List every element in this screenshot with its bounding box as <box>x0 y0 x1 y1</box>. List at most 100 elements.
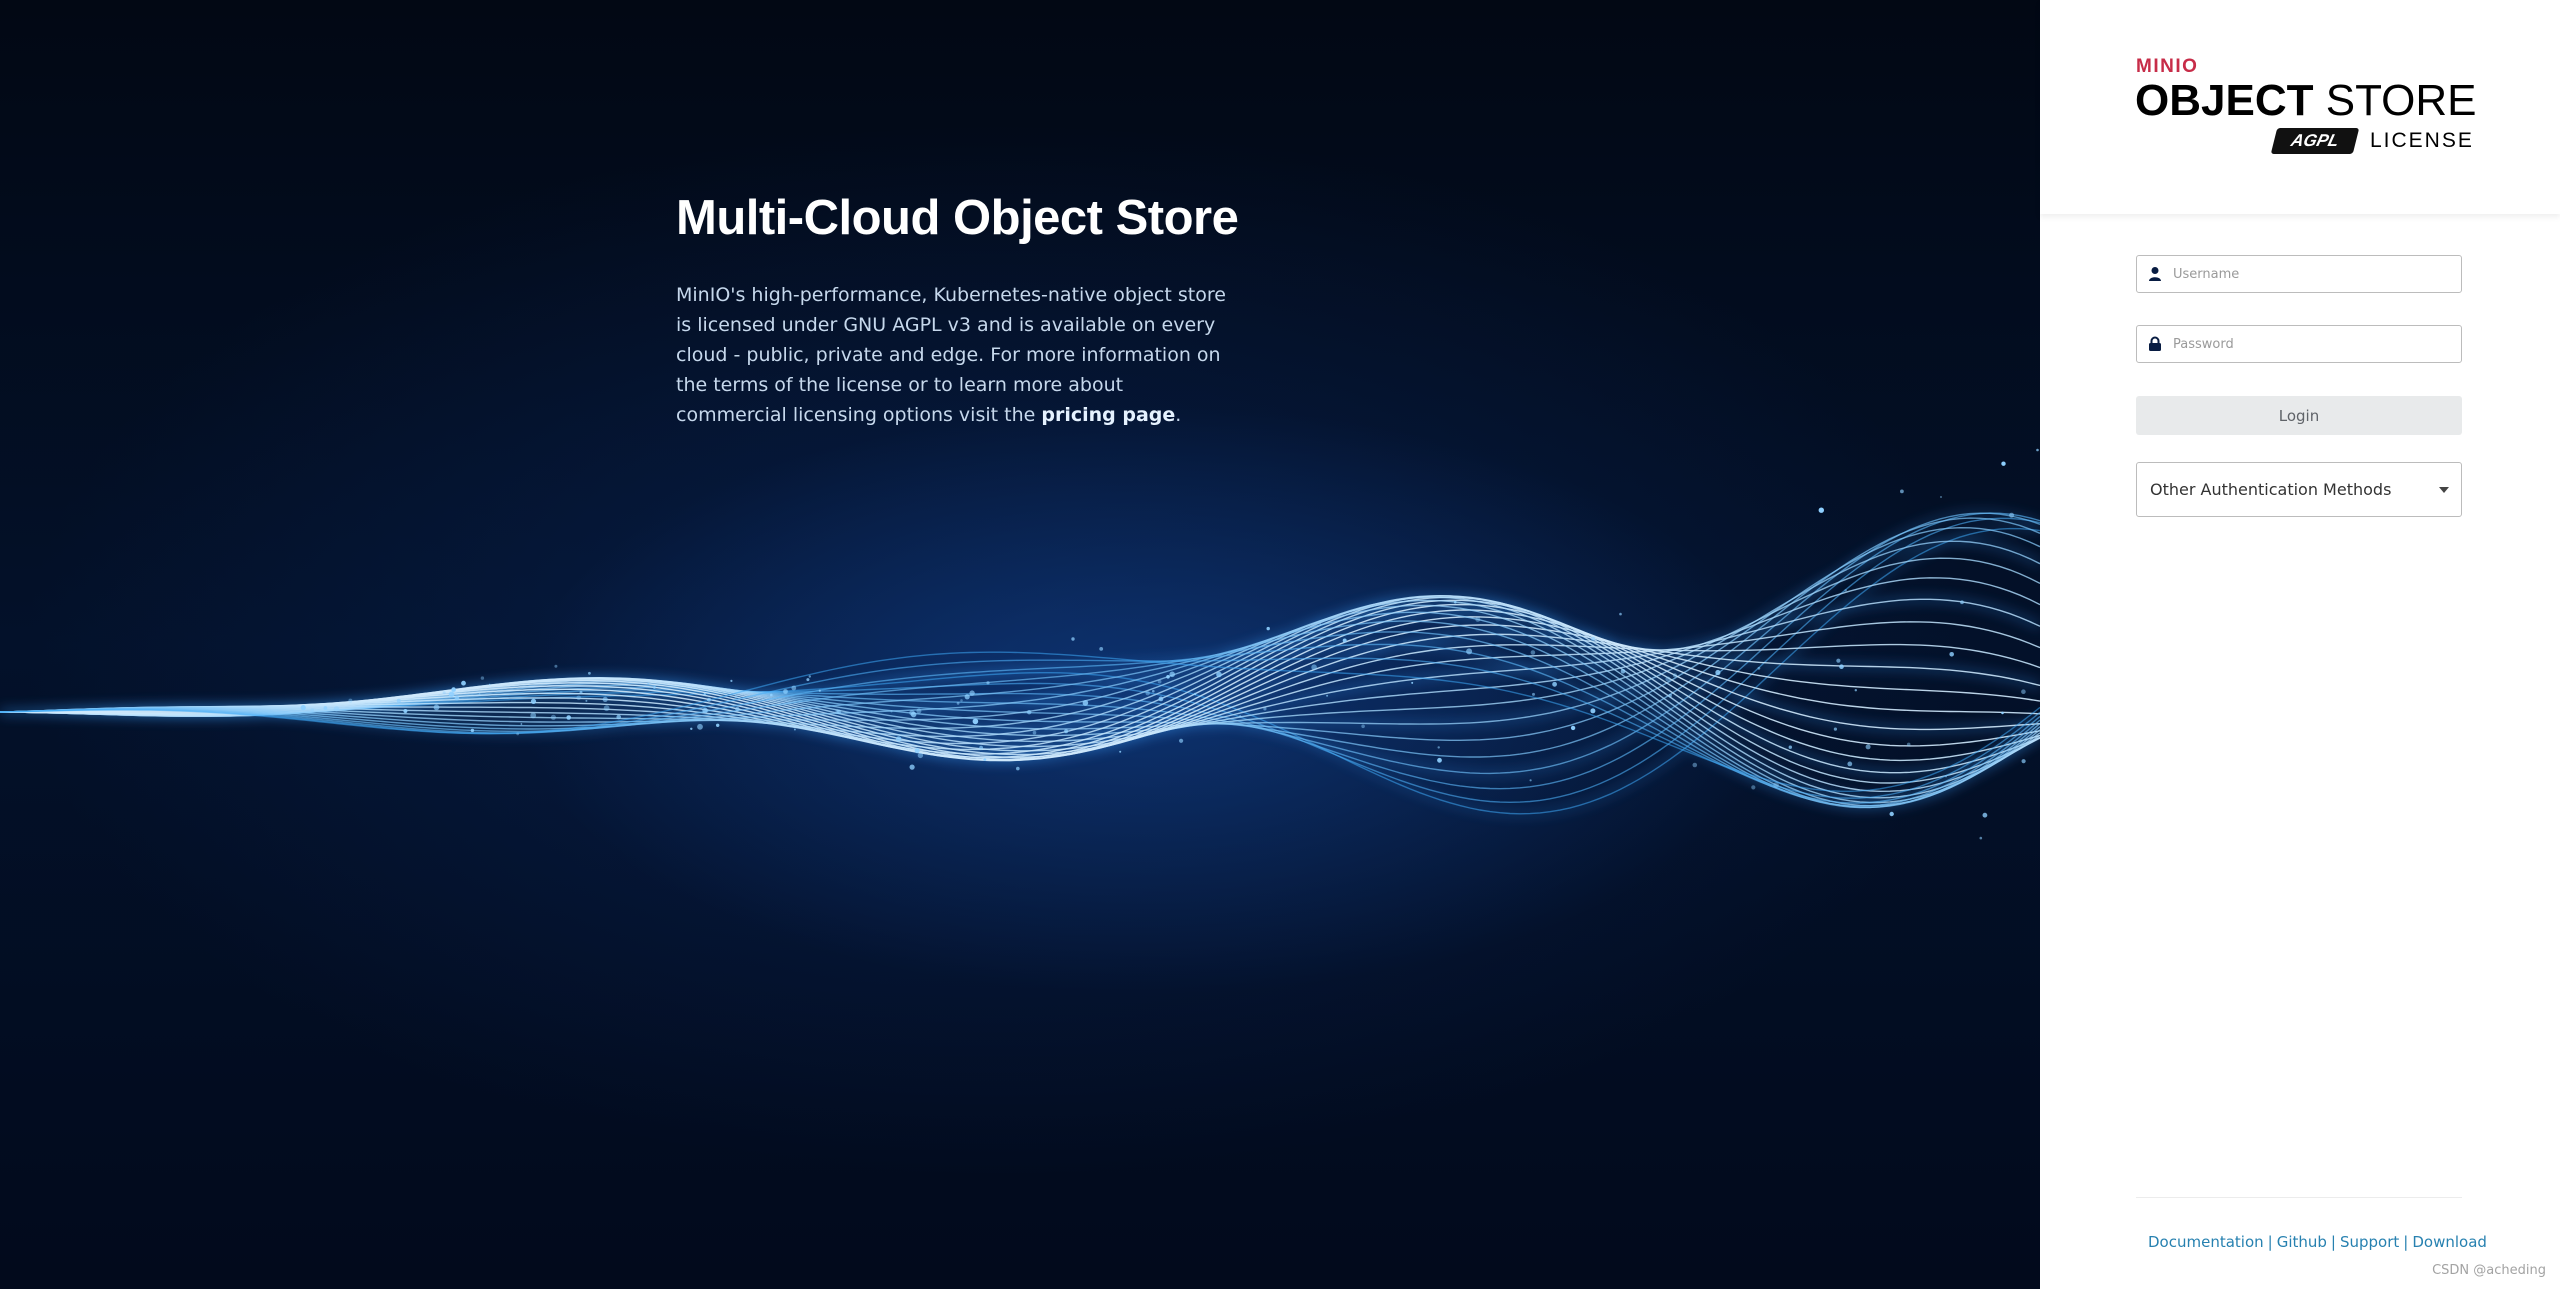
wave-particle <box>969 690 975 696</box>
wave-particle <box>1169 671 1175 678</box>
github-link[interactable]: Github <box>2277 1233 2327 1251</box>
wave-particle <box>1979 836 1983 840</box>
wave-particle <box>818 689 821 692</box>
password-field[interactable] <box>2136 325 2462 363</box>
wave-particle <box>448 691 455 698</box>
download-link[interactable]: Download <box>2412 1233 2487 1251</box>
wordmark-store: STORE <box>2325 76 2477 125</box>
wave-particle <box>910 711 917 718</box>
user-icon <box>2149 267 2161 281</box>
wave-particle <box>451 687 456 692</box>
wave-glow-line <box>0 511 2040 776</box>
wave-line <box>0 512 2040 775</box>
wave-particle <box>791 685 797 691</box>
wave-particle <box>1166 675 1170 679</box>
wave-particle <box>1692 762 1698 768</box>
wave-line <box>0 596 2040 799</box>
hero-description-end: . <box>1175 404 1182 426</box>
wave-particle <box>734 695 738 699</box>
wave-particle <box>323 706 328 710</box>
footer-separator: | <box>2330 1233 2336 1251</box>
wave-particle <box>2036 448 2039 452</box>
wave-particle <box>770 693 773 697</box>
wave-line <box>0 616 2040 762</box>
wave-particle <box>585 699 588 702</box>
wave-particle <box>783 689 788 694</box>
username-field[interactable] <box>2136 255 2462 293</box>
lock-icon <box>2149 336 2161 351</box>
wave-particle <box>1906 742 1911 747</box>
wave-particle <box>703 693 706 696</box>
wave-particle <box>1027 710 1032 715</box>
wave-particle <box>702 707 708 714</box>
wave-particle <box>1239 715 1242 718</box>
wave-particle <box>2001 461 2006 466</box>
agpl-badge-logo: AGPL <box>2270 128 2360 154</box>
wave-particle <box>516 732 520 736</box>
wave-particle <box>300 705 306 711</box>
wave-particle <box>1437 757 1442 763</box>
wave-particle <box>530 712 537 719</box>
password-input[interactable] <box>2173 326 2453 362</box>
login-button[interactable]: Login <box>2136 396 2462 435</box>
wave-particle <box>916 708 922 714</box>
wave-particle <box>1082 700 1089 706</box>
wave-particle <box>1773 782 1779 788</box>
wave-particle <box>1064 729 1069 734</box>
wave-particle <box>1016 766 1020 771</box>
wave-particle <box>836 709 842 714</box>
wave-particle <box>1715 669 1721 676</box>
wave-particle <box>2001 711 2004 715</box>
wave-particle <box>566 715 571 720</box>
wave-particle <box>1620 669 1626 674</box>
wave-particle <box>396 698 401 703</box>
wave-particle <box>461 680 466 686</box>
wave-particle <box>433 704 440 711</box>
wave-particle <box>909 764 915 770</box>
wave-particle <box>579 690 583 694</box>
pricing-page-link[interactable]: pricing page <box>1041 404 1175 426</box>
wave-particle <box>1757 666 1761 670</box>
wave-particle <box>2009 512 2015 518</box>
wave-particle <box>348 698 353 703</box>
wave-particle <box>1836 658 1841 663</box>
wave-particle <box>890 710 893 713</box>
wave-particle <box>1266 626 1270 631</box>
license-label: LICENSE <box>2370 129 2474 152</box>
footer-links: Documentation | Github | Support | Download <box>2148 1233 2487 1251</box>
wave-particle <box>1193 692 1197 696</box>
wave-glow-line <box>0 595 2040 800</box>
hero-description: MinIO's high-performance, Kubernetes-nat… <box>676 280 1236 430</box>
wave-particle <box>520 723 523 725</box>
wave-particle <box>1668 693 1672 698</box>
wave-particle <box>1854 689 1858 692</box>
support-link[interactable]: Support <box>2340 1233 2399 1251</box>
wave-particle <box>1466 648 1473 655</box>
wave-particle <box>1844 589 1847 592</box>
wave-particle <box>442 691 446 695</box>
hero-title: Multi-Cloud Object Store <box>676 191 1239 245</box>
wave-particle <box>1839 664 1844 669</box>
wave-particle <box>972 718 979 725</box>
wave-particle <box>1900 489 1904 494</box>
wave-particle <box>478 693 481 696</box>
wave-particle <box>914 748 920 754</box>
wordmark-object: OBJECT <box>2135 76 2314 125</box>
wave-particle <box>488 683 491 686</box>
wave-particle <box>1847 761 1853 767</box>
wave-particle <box>806 678 810 682</box>
wave-particle <box>1216 671 1222 678</box>
wave-particle <box>1342 638 1347 643</box>
wave-particle <box>1319 623 1322 625</box>
other-authentication-methods-dropdown[interactable]: Other Authentication Methods <box>2136 462 2462 517</box>
wave-particle <box>1751 785 1756 790</box>
wave-particle <box>1158 696 1164 702</box>
login-panel: MINIO OBJECT STORE AGPL LICENSE Login Ot… <box>2040 0 2560 1289</box>
wave-particle <box>1157 679 1162 684</box>
footer-divider <box>2136 1197 2462 1198</box>
documentation-link[interactable]: Documentation <box>2148 1233 2264 1251</box>
wave-particle <box>550 714 557 720</box>
wave-particle <box>1145 691 1150 696</box>
wave-particle <box>480 676 485 680</box>
username-input[interactable] <box>2173 256 2453 292</box>
